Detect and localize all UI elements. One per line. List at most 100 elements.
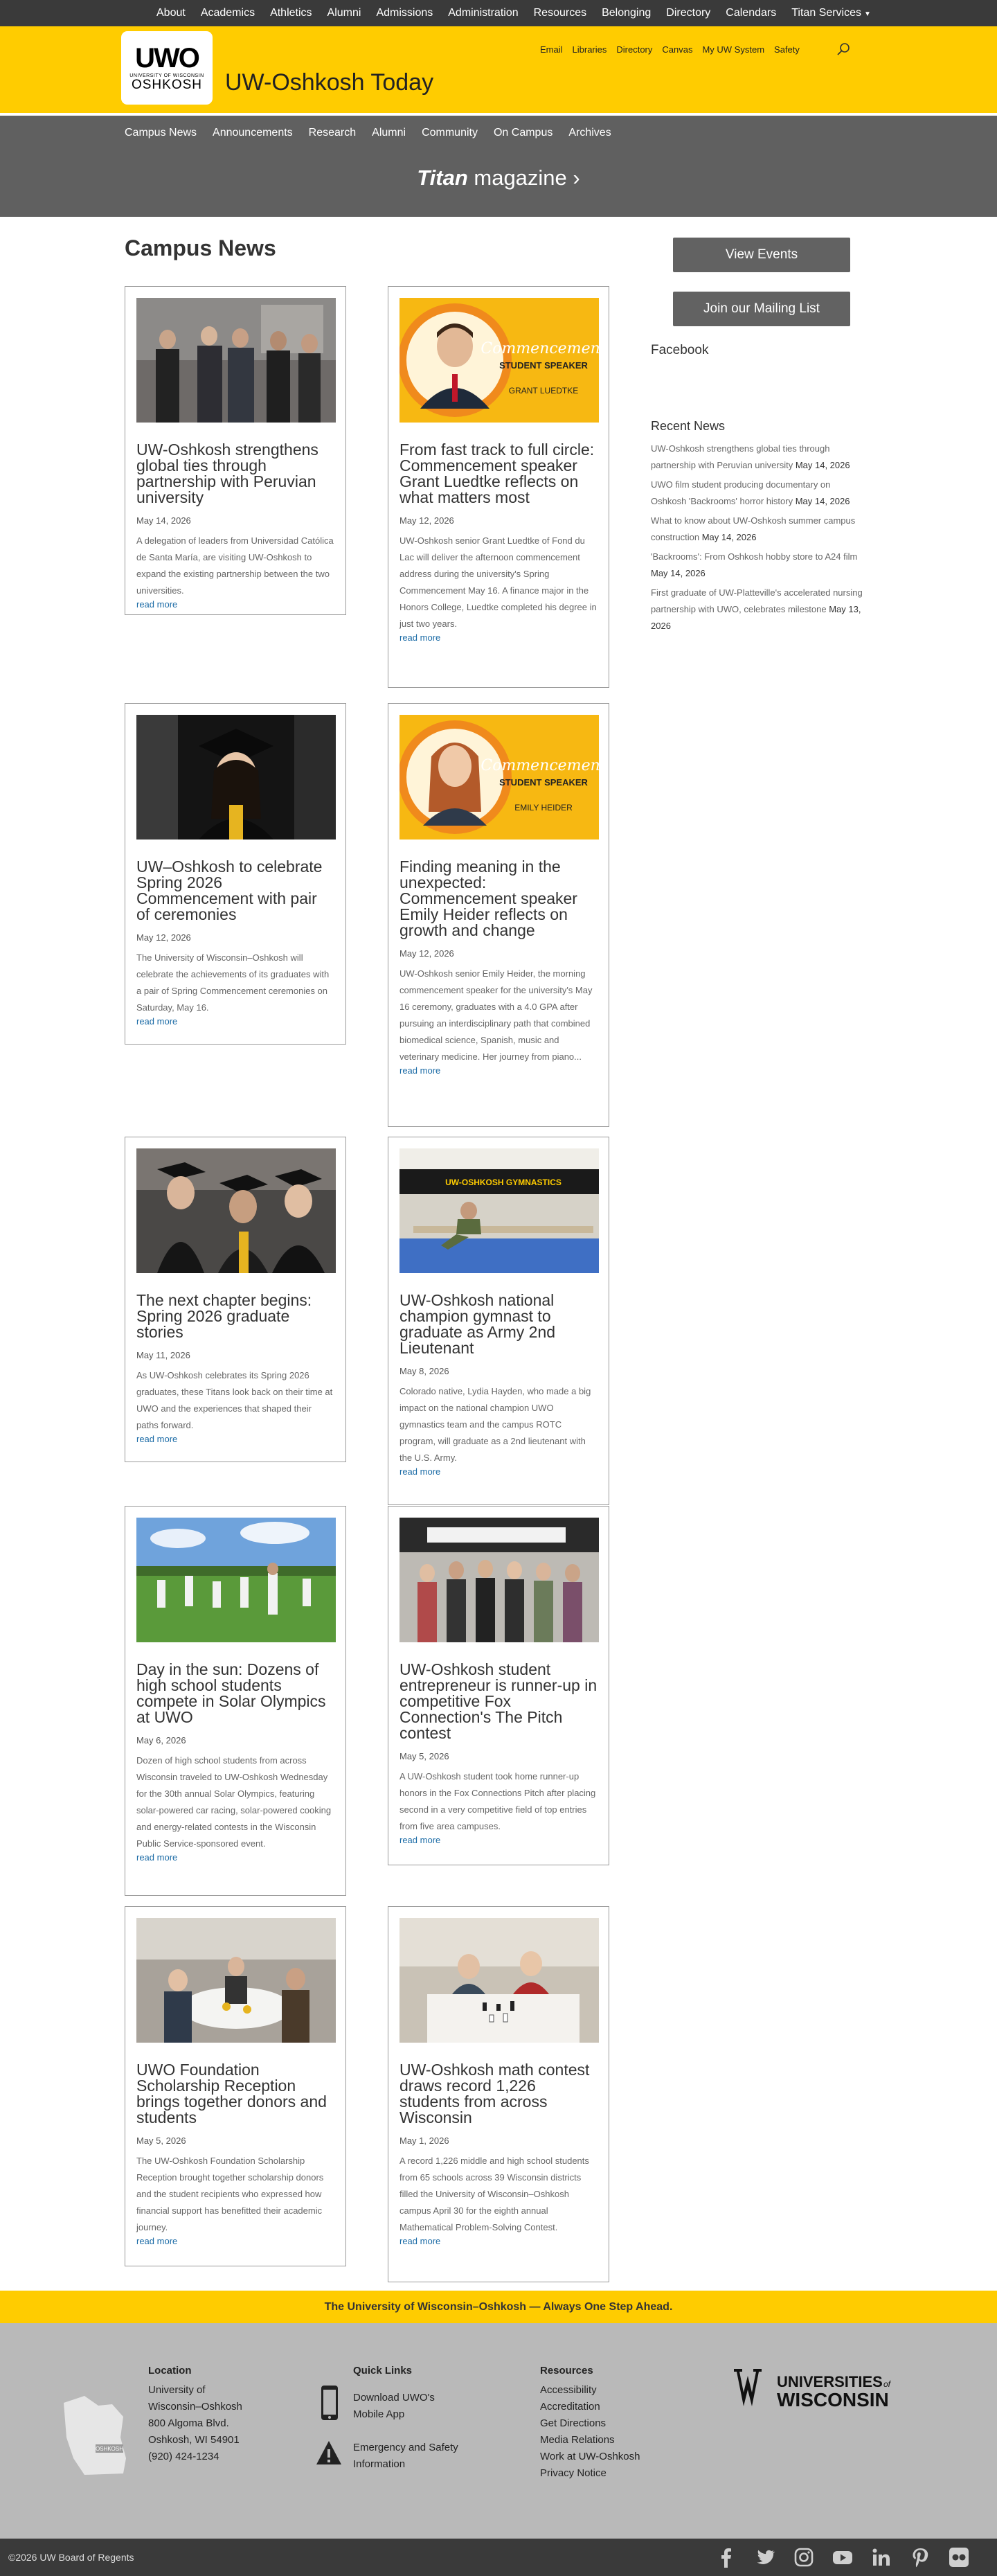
top-nav-academics[interactable]: Academics (201, 7, 255, 19)
student-speaker-label: STUDENT SPEAKER (499, 360, 588, 371)
linkedin-icon[interactable] (871, 2547, 892, 2568)
resource-link[interactable]: Media Relations (540, 2432, 640, 2449)
top-nav-admissions[interactable]: Admissions (376, 7, 433, 19)
news-thumbnail[interactable] (399, 1918, 599, 2043)
read-more-link[interactable]: read more (399, 632, 598, 643)
news-title[interactable]: Day in the sun: Dozens of high school st… (136, 1662, 334, 1725)
news-card: UW-Oshkosh student entrepreneur is runne… (388, 1506, 609, 1865)
news-thumbnail[interactable] (136, 298, 336, 423)
sub-nav-announcements[interactable]: Announcements (213, 127, 293, 139)
news-title[interactable]: UW-Oshkosh student entrepreneur is runne… (399, 1662, 598, 1741)
top-nav-titan-services[interactable]: Titan Services ▼ (791, 7, 871, 19)
top-nav-about[interactable]: About (156, 7, 186, 19)
news-title[interactable]: UW–Oshkosh to celebrate Spring 2026 Comm… (136, 859, 334, 923)
youtube-icon[interactable] (832, 2547, 853, 2568)
address-line: University of (148, 2384, 206, 2396)
news-excerpt: The University of Wisconsin–Oshkosh will… (136, 952, 330, 1013)
twitter-icon[interactable] (755, 2547, 775, 2568)
recent-news-heading: Recent News (651, 419, 726, 433)
facebook-heading: Facebook (651, 343, 709, 357)
read-more-link[interactable]: read more (136, 1434, 334, 1444)
resource-link[interactable]: Work at UW-Oshkosh (540, 2449, 640, 2465)
flickr-icon[interactable] (949, 2547, 969, 2568)
utility-safety[interactable]: Safety (774, 44, 800, 55)
recent-news-item[interactable]: First graduate of UW-Platteville's accel… (651, 585, 865, 634)
top-nav-calendars[interactable]: Calendars (726, 7, 776, 19)
top-nav-administration[interactable]: Administration (448, 7, 518, 19)
view-events-button[interactable]: View Events (673, 238, 850, 272)
read-more-link[interactable]: read more (399, 1835, 598, 1845)
phone-number[interactable]: (920) 424-1234 (148, 2449, 242, 2465)
uwo-logo[interactable]: UWO UNIVERSITY OF WISCONSIN OSHKOSH (123, 33, 210, 103)
news-thumbnail[interactable] (136, 715, 336, 840)
footer-location-heading: Location (148, 2365, 192, 2377)
resource-link[interactable]: Privacy Notice (540, 2465, 640, 2482)
top-nav-directory[interactable]: Directory (666, 7, 710, 19)
utility-canvas[interactable]: Canvas (662, 44, 692, 55)
site-title[interactable]: UW-Oshkosh Today (225, 69, 433, 96)
tagline-banner: The University of Wisconsin–Oshkosh — Al… (0, 2291, 997, 2323)
top-nav-belonging[interactable]: Belonging (602, 7, 651, 19)
facebook-icon[interactable] (716, 2547, 737, 2568)
read-more-link[interactable]: read more (399, 2236, 598, 2246)
read-more-link[interactable]: read more (399, 1065, 598, 1076)
logo-mark: UWO (135, 42, 200, 73)
sub-nav-on-campus[interactable]: On Campus (494, 127, 553, 139)
news-thumbnail[interactable] (136, 1518, 336, 1642)
news-title[interactable]: Finding meaning in the unexpected: Comme… (399, 859, 598, 939)
universities-of-wisconsin-logo[interactable]: UNIVERSITIES of WISCONSIN (731, 2365, 897, 2413)
news-thumbnail[interactable]: Commencement STUDENT SPEAKER EMILY HEIDE… (399, 715, 599, 840)
news-title[interactable]: UW-Oshkosh strengthens global ties throu… (136, 442, 334, 506)
recent-news-date: May 14, 2026 (793, 496, 850, 506)
news-title[interactable]: UWO Foundation Scholarship Reception bri… (136, 2062, 334, 2126)
resource-link[interactable]: Get Directions (540, 2415, 640, 2432)
sub-nav-archives[interactable]: Archives (568, 127, 611, 139)
utility-directory[interactable]: Directory (616, 44, 652, 55)
news-title[interactable]: The next chapter begins: Spring 2026 gra… (136, 1293, 334, 1340)
top-nav-alumni[interactable]: Alumni (327, 7, 361, 19)
sub-nav-alumni[interactable]: Alumni (372, 127, 406, 139)
news-thumbnail[interactable] (399, 1518, 599, 1642)
utility-libraries[interactable]: Libraries (573, 44, 607, 55)
top-nav-resources[interactable]: Resources (534, 7, 586, 19)
search-icon[interactable] (836, 42, 852, 57)
news-thumbnail[interactable] (136, 1148, 336, 1273)
utility-my-uw-system[interactable]: My UW System (702, 44, 764, 55)
news-title[interactable]: UW-Oshkosh national champion gymnast to … (399, 1293, 598, 1356)
quick-link-mobile-app[interactable]: Download UWO's Mobile App (353, 2390, 435, 2423)
titan-magazine-link[interactable]: Titan magazine › (0, 166, 997, 190)
mailing-list-button[interactable]: Join our Mailing List (673, 292, 850, 326)
top-nav-athletics[interactable]: Athletics (270, 7, 312, 19)
sub-nav-research[interactable]: Research (309, 127, 356, 139)
news-excerpt: As UW-Oshkosh celebrates its Spring 2026… (136, 1370, 333, 1430)
read-more-link[interactable]: read more (399, 1466, 598, 1477)
sub-nav-community[interactable]: Community (422, 127, 478, 139)
news-thumbnail[interactable] (136, 1918, 336, 2043)
footer-resources: Resources Accessibility Accreditation Ge… (540, 2365, 640, 2482)
resource-link[interactable]: Accessibility (540, 2382, 640, 2399)
news-thumbnail[interactable]: UW-OSHKOSH GYMNASTICS (399, 1148, 599, 1273)
recent-news-item[interactable]: What to know about UW-Oshkosh summer cam… (651, 513, 865, 546)
utility-email[interactable]: Email (540, 44, 563, 55)
news-thumbnail[interactable]: Commencement STUDENT SPEAKER GRANT LUEDT… (399, 298, 599, 423)
quick-link-line: Emergency and Safety (353, 2442, 458, 2453)
recent-news-item[interactable]: UWO film student producing documentary o… (651, 477, 865, 510)
quick-link-emergency[interactable]: Emergency and Safety Information (353, 2440, 458, 2473)
read-more-link[interactable]: read more (136, 1016, 334, 1027)
recent-news-item[interactable]: 'Backrooms': From Oshkosh hobby store to… (651, 549, 865, 582)
commencement-script: Commencement (480, 757, 599, 774)
recent-news-item[interactable]: UW-Oshkosh strengthens global ties throu… (651, 441, 865, 474)
read-more-link[interactable]: read more (136, 599, 334, 610)
read-more-link[interactable]: read more (136, 1852, 334, 1863)
news-title[interactable]: UW-Oshkosh math contest draws record 1,2… (399, 2062, 598, 2126)
resource-link[interactable]: Accreditation (540, 2399, 640, 2415)
instagram-icon[interactable] (793, 2547, 814, 2568)
quick-link-line: Download UWO's (353, 2392, 435, 2404)
recent-news-title[interactable]: 'Backrooms': From Oshkosh hobby store to… (651, 551, 857, 562)
speaker-name: EMILY HEIDER (514, 803, 573, 812)
pinterest-icon[interactable] (910, 2547, 931, 2568)
news-title[interactable]: From fast track to full circle: Commence… (399, 442, 598, 506)
map-label: OSHKOSH (96, 2446, 123, 2452)
sub-nav-campus-news[interactable]: Campus News (125, 127, 197, 139)
read-more-link[interactable]: read more (136, 2236, 334, 2246)
